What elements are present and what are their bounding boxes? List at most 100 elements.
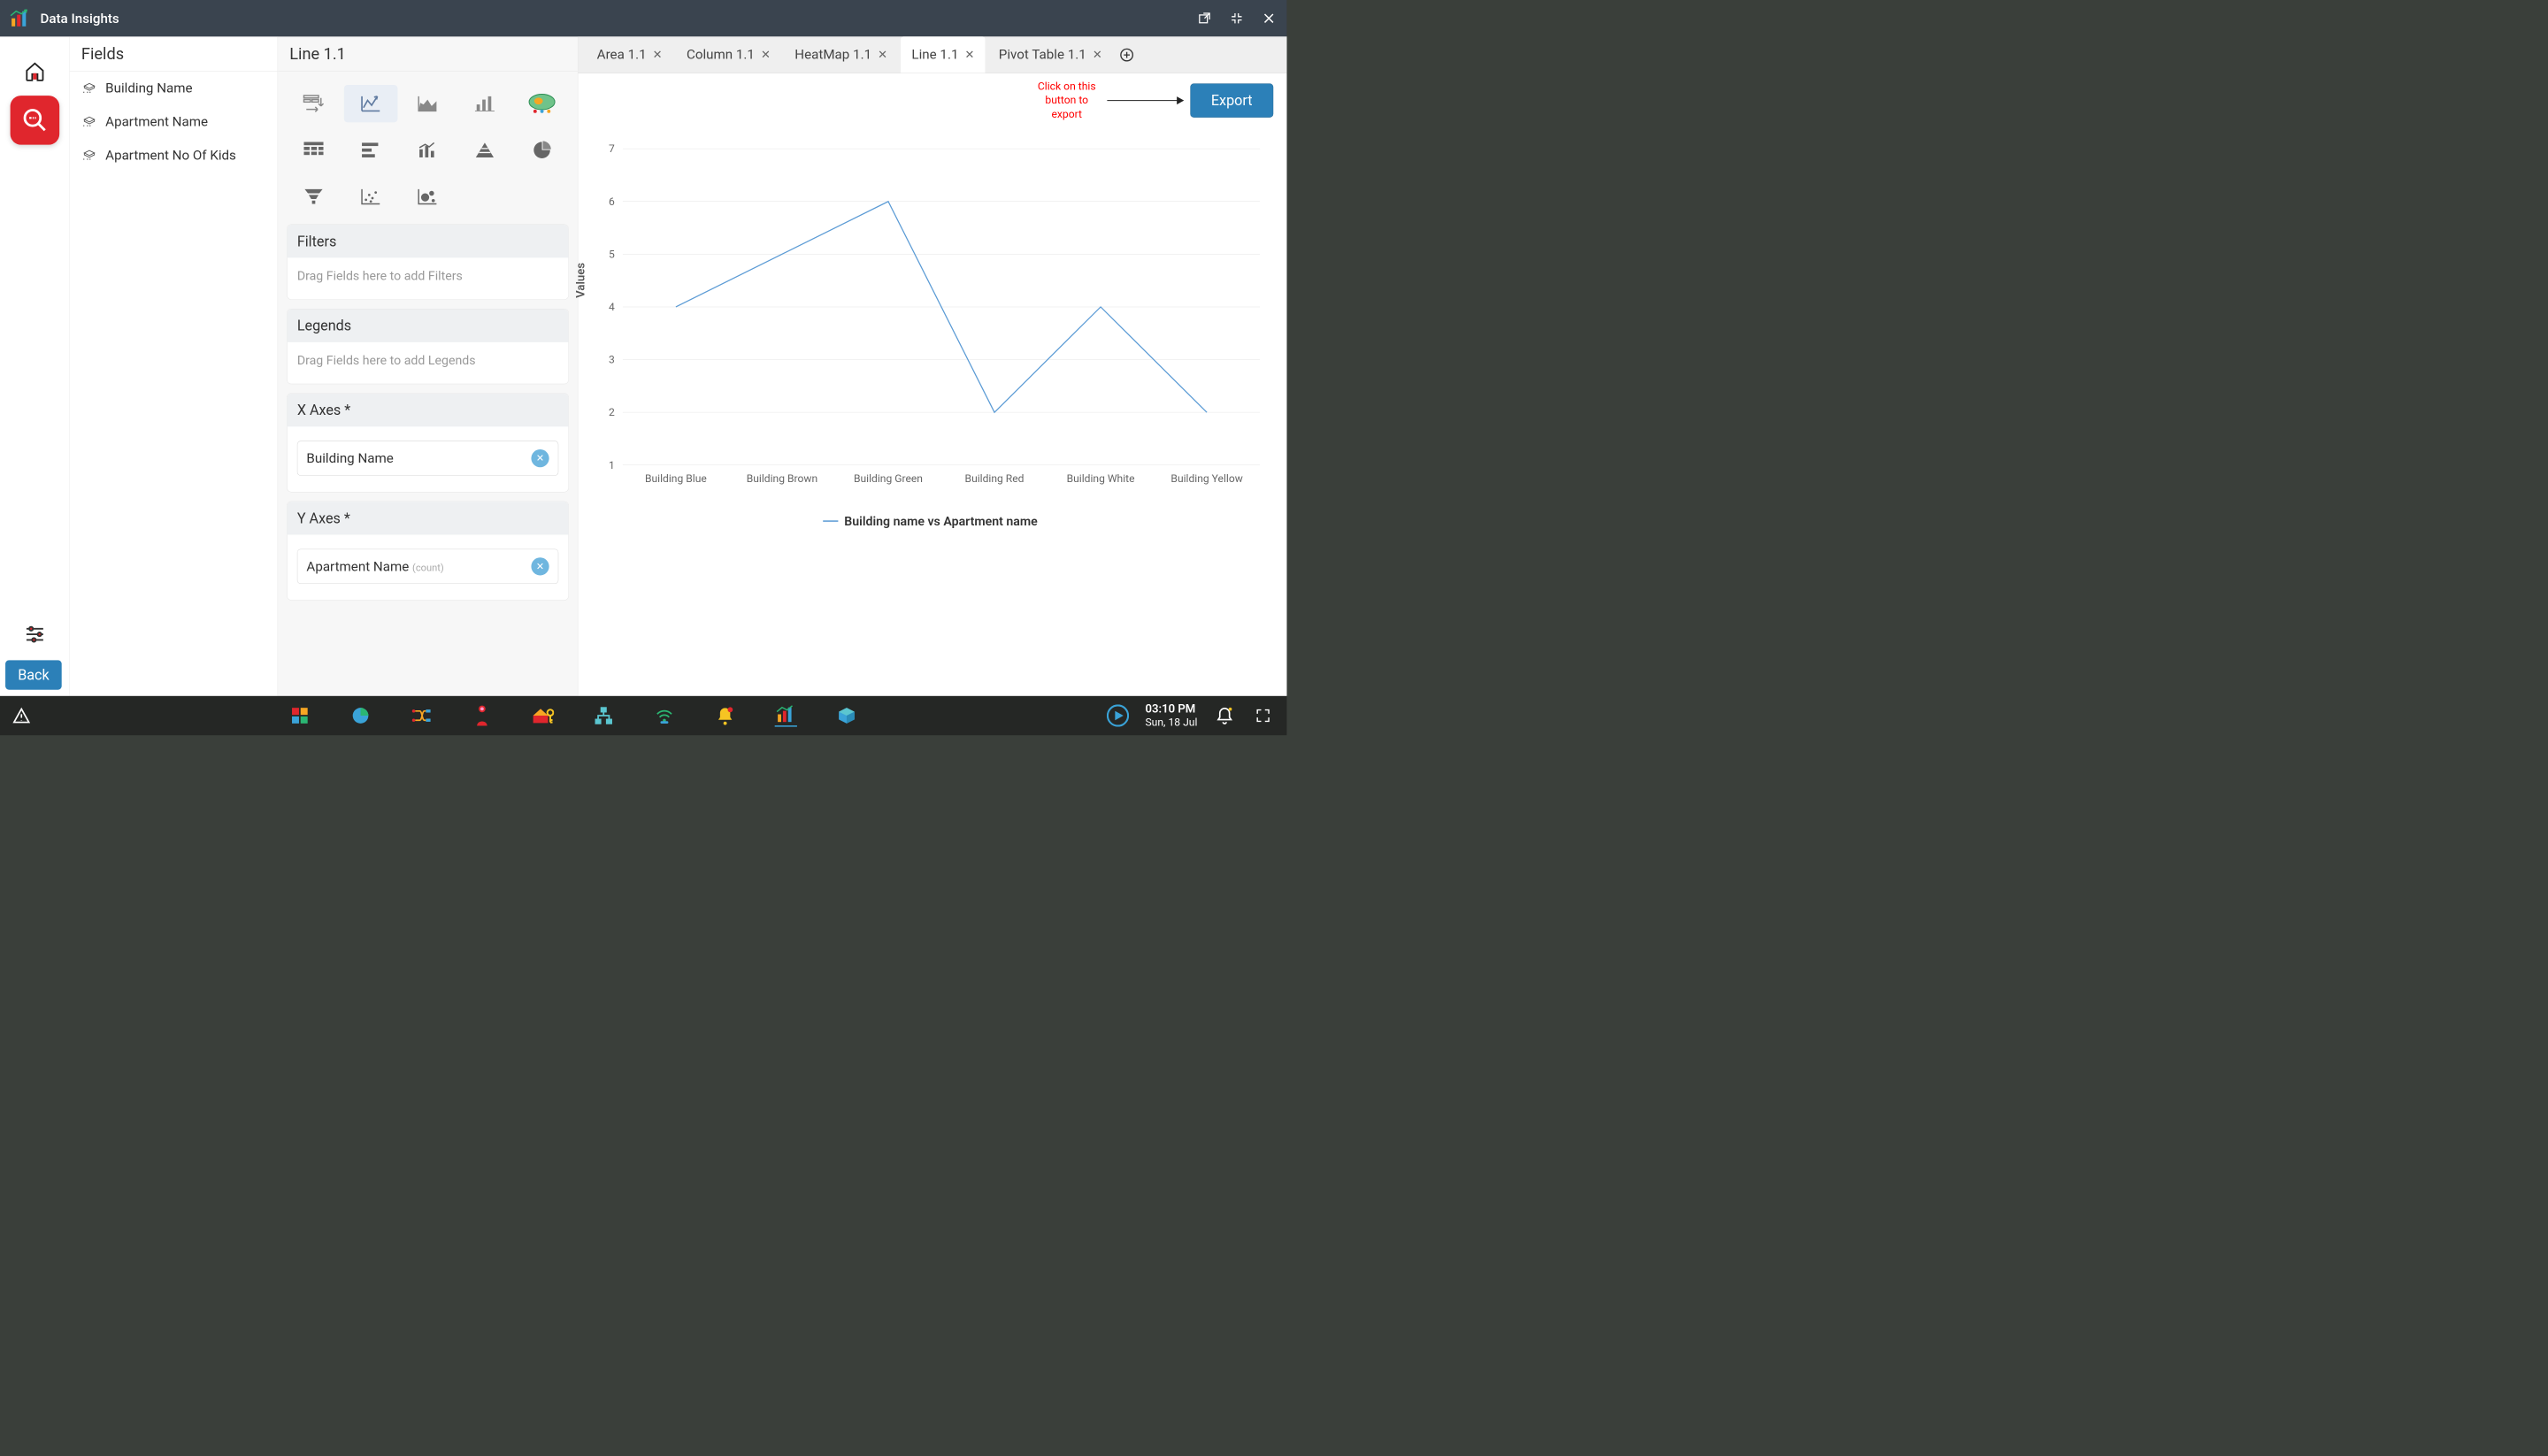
legends-placeholder: Drag Fields here to add Legends [288, 342, 569, 384]
svg-text:Building Yellow: Building Yellow [1170, 472, 1242, 485]
field-item[interactable]: Building Name [70, 72, 278, 105]
line-chart-icon[interactable] [344, 85, 397, 122]
export-button[interactable]: Export [1190, 83, 1273, 117]
tab-heatmap[interactable]: HeatMap 1.1 ✕ [784, 36, 898, 73]
pie-app-icon[interactable] [349, 704, 372, 726]
chart-type-picker [278, 72, 578, 225]
svg-text:2: 2 [609, 406, 615, 418]
add-tab-icon[interactable] [1116, 36, 1138, 73]
settings-sliders-icon[interactable] [22, 622, 47, 647]
bar-chart-icon[interactable] [458, 85, 511, 122]
scatter-chart-icon[interactable] [344, 178, 397, 215]
compress-icon[interactable] [1229, 11, 1245, 25]
svg-text:6: 6 [609, 195, 615, 208]
combo-chart-icon[interactable] [401, 131, 454, 168]
svg-text:7: 7 [609, 142, 615, 155]
filters-header: Filters [288, 225, 569, 257]
area-chart-icon[interactable] [401, 85, 454, 122]
play-logo-icon[interactable] [1107, 704, 1129, 726]
field-label: Apartment Name [105, 114, 208, 130]
warning-icon[interactable] [12, 707, 39, 724]
export-hint: Click on this button to export [1031, 80, 1102, 121]
back-button[interactable]: Back [5, 660, 62, 689]
svg-text:Building Green: Building Green [854, 472, 923, 485]
svg-text:1: 1 [609, 459, 615, 471]
close-icon[interactable] [1261, 11, 1277, 25]
tab-pivottable[interactable]: Pivot Table 1.1 ✕ [988, 36, 1113, 73]
chart-tabbar: Area 1.1 ✕ Column 1.1✕ HeatMap 1.1 ✕ Line … [578, 36, 1286, 73]
legends-section[interactable]: Legends Drag Fields here to add Legends [287, 309, 569, 384]
notification-bell-icon[interactable] [1214, 704, 1236, 726]
network-app-icon[interactable] [592, 704, 614, 726]
legends-header: Legends [288, 309, 569, 341]
tab-column[interactable]: Column 1.1✕ [676, 36, 781, 73]
titlebar: Data Insights [0, 0, 1286, 36]
wifi-app-icon[interactable] [653, 704, 675, 726]
config-panel: Line 1.1 Filters Drag Fields here to add… [278, 36, 578, 695]
cube-app-icon[interactable] [835, 704, 857, 726]
xaxes-header: X Axes * [288, 394, 569, 426]
svg-text:Building Blue: Building Blue [645, 472, 707, 485]
fullscreen-icon[interactable] [1252, 704, 1274, 726]
chart-area: Area 1.1 ✕ Column 1.1✕ HeatMap 1.1 ✕ Line … [578, 36, 1286, 695]
funnel-chart-icon[interactable] [287, 178, 340, 215]
tab-close-icon[interactable]: ✕ [1093, 48, 1102, 61]
chart-legend: Building name vs Apartment name [592, 514, 1270, 529]
remove-chip-icon[interactable]: ✕ [531, 449, 549, 467]
svg-text:3: 3 [609, 353, 615, 365]
svg-text:Building Brown: Building Brown [747, 472, 817, 485]
svg-text:4: 4 [609, 301, 615, 313]
svg-text:5: 5 [609, 248, 615, 260]
flow-app-icon[interactable] [410, 704, 432, 726]
cube-icon [81, 149, 97, 162]
chip-label: Apartment Name (count) [306, 559, 443, 575]
insights-app-icon[interactable] [775, 704, 797, 726]
pie-chart-icon[interactable] [515, 131, 569, 168]
y-axis-label: Values [574, 263, 587, 298]
tab-label: Pivot Table 1.1 [999, 47, 1086, 63]
hbar-chart-icon[interactable] [344, 131, 397, 168]
home-icon[interactable] [22, 59, 47, 84]
search-button[interactable] [10, 96, 59, 145]
tab-close-icon[interactable]: ✕ [878, 48, 887, 61]
clock: 03:10 PM Sun, 18 Jul [1145, 702, 1197, 729]
taskbar: 03:10 PM Sun, 18 Jul [0, 696, 1286, 735]
fields-panel: Fields Building Name Apartment Name Apar… [70, 36, 278, 695]
pyramid-chart-icon[interactable] [458, 131, 511, 168]
tab-close-icon[interactable]: ✕ [653, 48, 663, 61]
line-chart: 1 2 3 4 5 6 7 Building Blue Building Brown Buildi… [592, 126, 1270, 510]
remove-chip-icon[interactable]: ✕ [531, 557, 549, 575]
popout-icon[interactable] [1196, 11, 1212, 25]
tab-area[interactable]: Area 1.1 ✕ [587, 36, 673, 73]
svg-text:Building White: Building White [1067, 472, 1135, 485]
tab-label: HeatMap 1.1 [794, 47, 871, 63]
geo-map-icon[interactable] [515, 85, 569, 122]
bubble-chart-icon[interactable] [401, 178, 454, 215]
filters-placeholder: Drag Fields here to add Filters [288, 257, 569, 299]
config-header: Line 1.1 [278, 36, 578, 71]
yaxes-chip[interactable]: Apartment Name (count) ✕ [297, 549, 558, 584]
tab-label: Line 1.1 [911, 47, 958, 63]
field-item[interactable]: Apartment No Of Kids [70, 139, 278, 172]
field-label: Building Name [105, 80, 192, 96]
tab-close-icon[interactable]: ✕ [761, 48, 771, 61]
tab-label: Area 1.1 [597, 47, 647, 63]
person-app-icon[interactable] [471, 704, 493, 726]
pivot-chart-icon[interactable] [287, 85, 340, 122]
table-chart-icon[interactable] [287, 131, 340, 168]
yaxes-header: Y Axes * [288, 502, 569, 534]
dashboard-app-icon[interactable] [288, 704, 311, 726]
app-title: Data Insights [36, 11, 1196, 27]
house-key-app-icon[interactable] [532, 704, 554, 726]
arrow-icon [1107, 100, 1183, 101]
field-item[interactable]: Apartment Name [70, 105, 278, 139]
tab-close-icon[interactable]: ✕ [965, 48, 975, 61]
xaxes-chip[interactable]: Building Name ✕ [297, 441, 558, 475]
svg-text:Building Red: Building Red [965, 472, 1025, 485]
bell-app-icon[interactable] [714, 704, 736, 726]
yaxes-section[interactable]: Y Axes * Apartment Name (count) ✕ [287, 502, 569, 601]
xaxes-section[interactable]: X Axes * Building Name ✕ [287, 393, 569, 492]
legend-swatch [823, 520, 838, 522]
tab-line[interactable]: Line 1.1 ✕ [901, 36, 985, 73]
filters-section[interactable]: Filters Drag Fields here to add Filters [287, 225, 569, 300]
